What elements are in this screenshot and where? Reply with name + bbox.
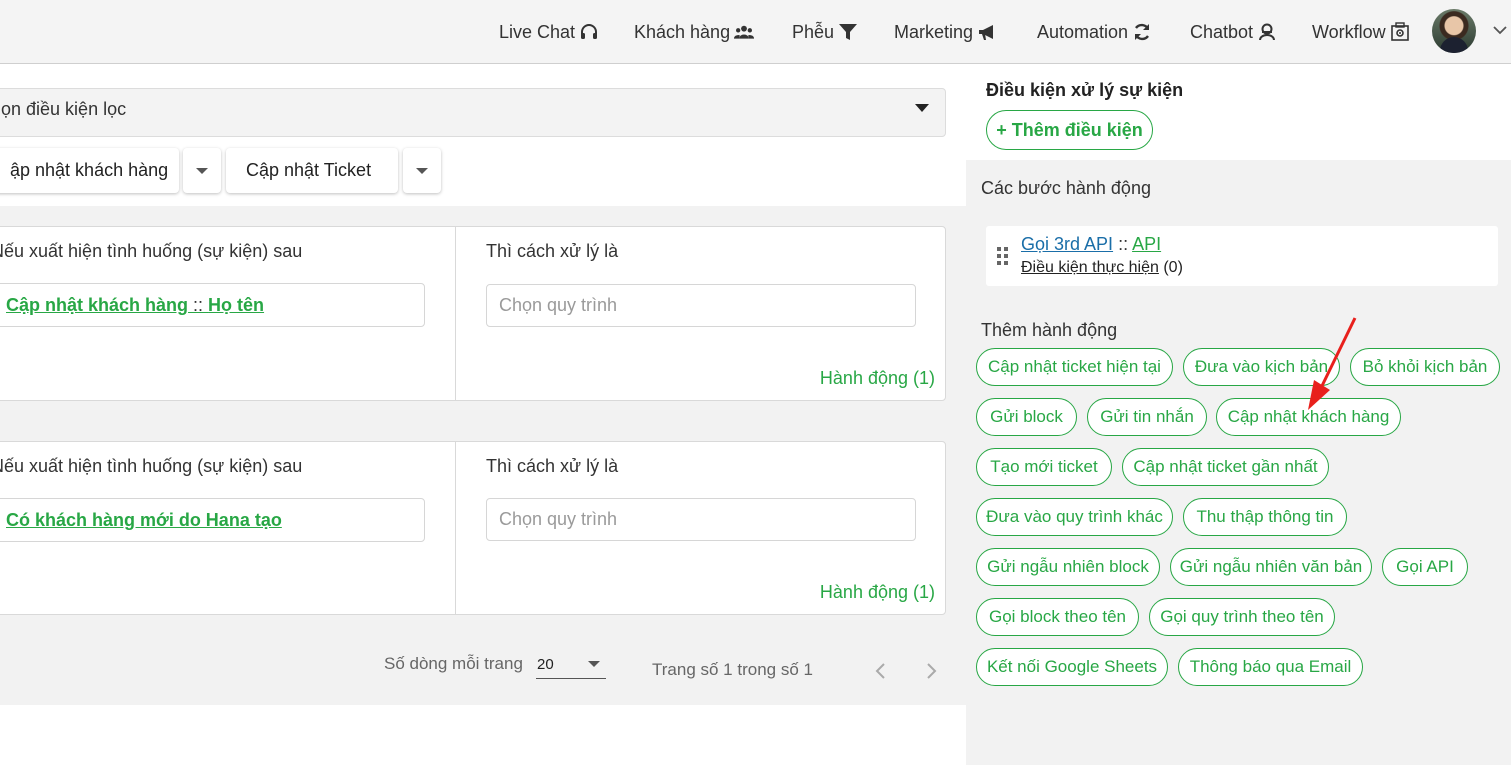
caret-down-icon bbox=[915, 104, 929, 112]
chip-send-block[interactable]: Gửi block bbox=[976, 398, 1077, 436]
nav-label: Chatbot bbox=[1190, 21, 1254, 42]
nav-workflow[interactable]: Workflow bbox=[1312, 20, 1410, 44]
add-action-title: Thêm hành động bbox=[981, 320, 1118, 340]
then-label: Thì cách xử lý là bbox=[486, 241, 619, 261]
process-select[interactable]: Chọn quy trình bbox=[486, 284, 916, 327]
nav-label: Marketing bbox=[894, 21, 974, 42]
rule-card: Nếu xuất hiện tình huống (sự kiện) sau T… bbox=[0, 441, 946, 615]
chip-send-message[interactable]: Gửi tin nhắn bbox=[1087, 398, 1207, 436]
rows-per-page-value: 20 bbox=[537, 656, 554, 673]
action-steps-title: Các bước hành động bbox=[981, 178, 1151, 198]
chip-add-to-other-workflow[interactable]: Đưa vào quy trình khác bbox=[976, 498, 1173, 536]
users-icon bbox=[734, 25, 755, 39]
nav-label: Workflow bbox=[1312, 21, 1386, 42]
card-divider bbox=[455, 227, 456, 400]
nav-label: Live Chat bbox=[499, 21, 576, 42]
avatar[interactable] bbox=[1432, 9, 1476, 53]
nav-chatbot[interactable]: Chatbot bbox=[1190, 20, 1277, 44]
chip-collect-info[interactable]: Thu thập thông tin bbox=[1183, 498, 1347, 536]
event-link[interactable]: Cập nhật khách hàng :: Họ tên bbox=[6, 295, 264, 316]
rows-per-page-label: Số dòng mỗi trang bbox=[384, 654, 523, 673]
nav-customers[interactable]: Khách hàng bbox=[634, 20, 755, 44]
event-box[interactable]: Có khách hàng mới do Hana tạo bbox=[0, 498, 425, 542]
workflow-icon bbox=[1390, 22, 1409, 41]
nav-label: Automation bbox=[1037, 21, 1129, 42]
chip-call-workflow-by-name[interactable]: Gọi quy trình theo tên bbox=[1149, 598, 1335, 636]
event-box[interactable]: Cập nhật khách hàng :: Họ tên bbox=[0, 283, 425, 327]
chevron-down-icon[interactable] bbox=[1492, 22, 1508, 38]
filter-select[interactable]: ọn điều kiện lọc bbox=[0, 88, 946, 137]
if-label: Nếu xuất hiện tình huống (sự kiện) sau bbox=[0, 241, 303, 261]
filter-icon bbox=[839, 24, 858, 40]
chip-create-ticket[interactable]: Tạo mới ticket bbox=[976, 448, 1112, 486]
chip-email-notification[interactable]: Thông báo qua Email bbox=[1178, 648, 1363, 686]
chip-send-random-block[interactable]: Gửi ngẫu nhiên block bbox=[976, 548, 1160, 586]
action-step-card: Gọi 3rd API :: API Điều kiện thực hiện (… bbox=[986, 226, 1498, 286]
nav-funnel[interactable]: Phễu bbox=[792, 20, 858, 44]
update-ticket-button[interactable]: Cập nhật Ticket bbox=[226, 148, 398, 193]
annotation-arrow-icon bbox=[1308, 317, 1357, 410]
chip-send-random-text[interactable]: Gửi ngẫu nhiên văn bản bbox=[1170, 548, 1372, 586]
chip-update-current-ticket[interactable]: Cập nhật ticket hiện tại bbox=[976, 348, 1173, 386]
sync-icon bbox=[1134, 23, 1150, 41]
chip-call-api[interactable]: Gọi API bbox=[1382, 548, 1468, 586]
step-title: Gọi 3rd API :: API bbox=[1021, 234, 1162, 254]
bot-icon bbox=[1259, 23, 1276, 41]
step-condition-link[interactable]: Điều kiện thực hiện bbox=[1021, 259, 1159, 276]
process-select[interactable]: Chọn quy trình bbox=[486, 498, 916, 541]
chip-connect-google-sheets[interactable]: Kết nối Google Sheets bbox=[976, 648, 1168, 686]
chip-remove-from-scenario[interactable]: Bỏ khỏi kịch bản bbox=[1350, 348, 1500, 386]
nav-label: Khách hàng bbox=[634, 21, 731, 42]
headset-icon bbox=[581, 24, 598, 39]
if-label: Nếu xuất hiện tình huống (sự kiện) sau bbox=[0, 456, 303, 476]
event-link[interactable]: Có khách hàng mới do Hana tạo bbox=[6, 510, 282, 531]
step-name-link[interactable]: Gọi 3rd API bbox=[1021, 234, 1113, 254]
add-condition-button[interactable]: + Thêm điều kiện bbox=[986, 110, 1153, 150]
megaphone-icon bbox=[979, 25, 994, 40]
page-info: Trang số 1 trong số 1 bbox=[652, 660, 813, 679]
chip-update-latest-ticket[interactable]: Cập nhật ticket gần nhất bbox=[1122, 448, 1329, 486]
event-condition-title: Điều kiện xử lý sự kiện bbox=[986, 80, 1184, 100]
chevron-left-icon[interactable] bbox=[871, 660, 891, 682]
update-customer-button[interactable]: ập nhật khách hàng bbox=[0, 148, 179, 193]
chevron-right-icon[interactable] bbox=[921, 660, 941, 682]
rule-card: Nếu xuất hiện tình huống (sự kiện) sau T… bbox=[0, 226, 946, 401]
top-navbar: Live Chat Khách hàng Phễu Marketing Auto… bbox=[0, 0, 1511, 64]
drag-handle-icon[interactable] bbox=[996, 246, 1010, 266]
action-count-link[interactable]: Hành động (1) bbox=[820, 582, 935, 603]
nav-label: Phễu bbox=[792, 21, 835, 42]
update-customer-dropdown[interactable] bbox=[183, 148, 221, 193]
step-type-link[interactable]: API bbox=[1132, 234, 1161, 254]
update-ticket-dropdown[interactable] bbox=[403, 148, 441, 193]
chip-call-block-by-name[interactable]: Gọi block theo tên bbox=[976, 598, 1139, 636]
step-condition: Điều kiện thực hiện (0) bbox=[1021, 259, 1183, 276]
action-count-link[interactable]: Hành động (1) bbox=[820, 368, 935, 389]
nav-automation[interactable]: Automation bbox=[1037, 20, 1152, 44]
nav-live-chat[interactable]: Live Chat bbox=[499, 20, 599, 44]
card-divider bbox=[455, 442, 456, 614]
then-label: Thì cách xử lý là bbox=[486, 456, 619, 476]
rows-per-page-select[interactable]: 20 bbox=[536, 652, 606, 679]
nav-marketing[interactable]: Marketing bbox=[894, 20, 997, 44]
filter-select-label: ọn điều kiện lọc bbox=[1, 99, 127, 119]
caret-down-icon bbox=[588, 661, 600, 667]
